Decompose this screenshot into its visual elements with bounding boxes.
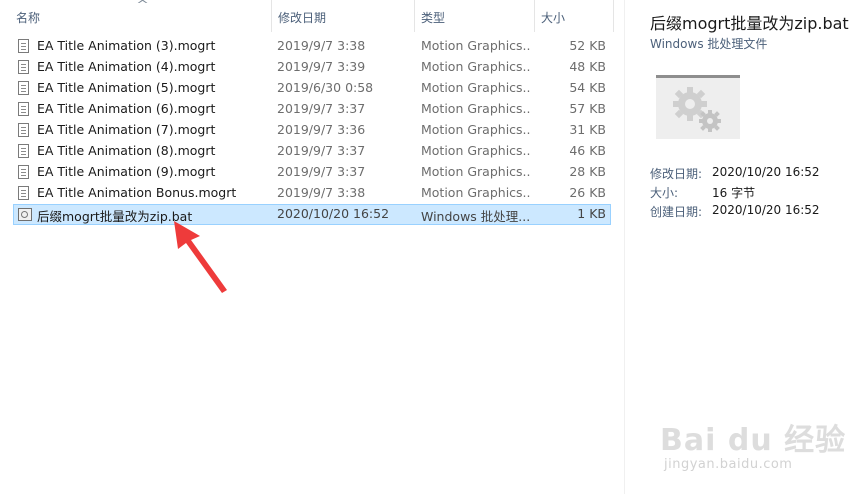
- file-list-pane: ^ 名称 修改日期 类型 大小 EA Title Animation (3).m…: [0, 0, 620, 494]
- prop-label: 修改日期:: [650, 167, 703, 181]
- watermark-url: jingyan.baidu.com: [664, 457, 793, 472]
- prop-value: 16 字节: [712, 186, 756, 200]
- red-arrow-annotation-icon: [174, 221, 227, 293]
- prop-value: 2020/10/20 16:52: [712, 203, 820, 217]
- prop-value: 2020/10/20 16:52: [712, 165, 820, 179]
- details-subtitle: Windows 批处理文件: [650, 37, 768, 51]
- details-title: 后缀mogrt批量改为zip.bat: [650, 14, 849, 33]
- file-explorer-window: ^ 名称 修改日期 类型 大小 EA Title Animation (3).m…: [0, 0, 861, 494]
- prop-label: 大小:: [650, 186, 679, 200]
- gears-icon: [656, 75, 740, 139]
- watermark-logo-text: Bai du 经验: [660, 423, 847, 458]
- baidu-watermark: Bai du 经验 jingyan.baidu.com: [660, 395, 860, 490]
- prop-label: 创建日期:: [650, 205, 703, 219]
